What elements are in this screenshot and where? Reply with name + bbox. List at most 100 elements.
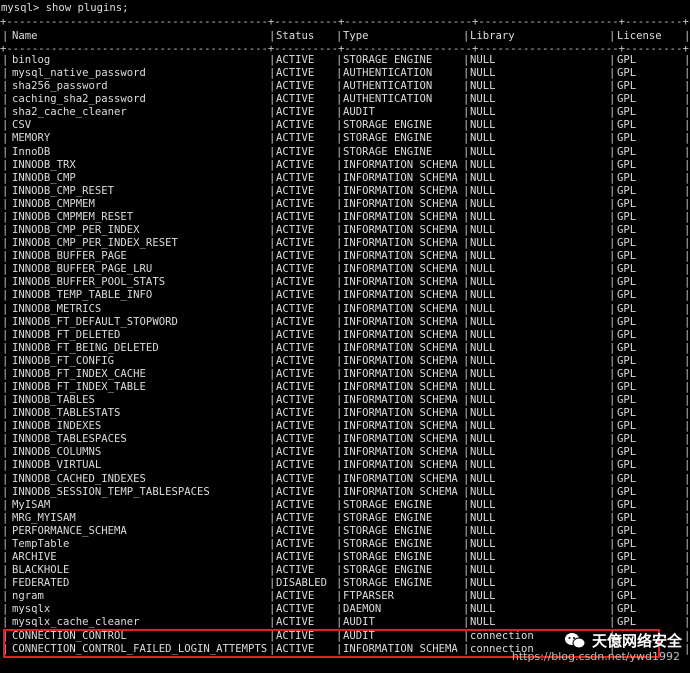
table-cell: MyISAM	[12, 498, 51, 511]
table-cell: DISABLED	[276, 577, 328, 590]
column-separator: |	[336, 132, 343, 145]
table-cell: mysql_native_password	[12, 67, 146, 80]
table-cell: AUDIT	[343, 616, 375, 629]
column-separator: |	[2, 210, 9, 223]
table-cell: INFORMATION SCHEMA	[343, 237, 458, 250]
table-row: | | | | | | INNODB_VIRTUAL ACTIVE INFORMATION SC…	[0, 459, 690, 472]
table-cell: NULL	[470, 197, 496, 210]
column-separator: |	[269, 106, 276, 119]
table-cell: GPL	[617, 446, 637, 459]
table-cell: STORAGE ENGINE	[343, 132, 433, 145]
table-cell: GPL	[617, 524, 637, 537]
column-separator: |	[2, 93, 9, 106]
table-cell: MRG_MYISAM	[12, 511, 76, 524]
table-cell: NULL	[470, 577, 496, 590]
table-cell: INNODB_COLUMNS	[12, 446, 102, 459]
column-separator: |	[684, 30, 690, 43]
column-separator: |	[463, 511, 470, 524]
column-separator: |	[2, 132, 9, 145]
table-cell: GPL	[617, 54, 637, 66]
column-separator: |	[684, 171, 690, 184]
column-separator: |	[463, 498, 470, 511]
column-separator: |	[463, 446, 470, 459]
column-separator: |	[269, 93, 276, 106]
column-separator: |	[336, 367, 343, 380]
column-separator: |	[609, 106, 616, 119]
column-separator: |	[684, 328, 690, 341]
table-cell: INNODB_FT_BEING_DELETED	[12, 341, 159, 354]
table-cell: ACTIVE	[276, 54, 315, 66]
column-separator: |	[336, 354, 343, 367]
table-cell: ACTIVE	[276, 603, 315, 616]
column-separator: |	[336, 315, 343, 328]
column-separator: |	[463, 67, 470, 80]
column-separator: |	[463, 564, 470, 577]
table-cell: INFORMATION SCHEMA	[343, 184, 458, 197]
column-separator: |	[336, 407, 343, 420]
table-row: | | | | | | PERFORMANCE_SCHEMA ACTIVE STORAGE EN…	[0, 525, 690, 538]
column-separator: |	[336, 119, 343, 132]
table-cell: Name	[12, 30, 38, 43]
table-cell: INFORMATION SCHEMA	[343, 276, 458, 289]
table-cell: NULL	[470, 537, 496, 550]
table-cell: NULL	[470, 367, 496, 380]
column-separator: |	[336, 263, 343, 276]
column-separator: |	[269, 511, 276, 524]
table-cell: ACTIVE	[276, 210, 315, 223]
column-separator: |	[684, 302, 690, 315]
column-separator: |	[336, 237, 343, 250]
table-row: | | | | | | INNODB_SESSION_TEMP_TABLESPACES ACT…	[0, 486, 690, 499]
column-separator: |	[336, 30, 343, 43]
table-cell: DAEMON	[343, 603, 382, 616]
column-separator: |	[609, 603, 616, 616]
table-cell: GPL	[617, 276, 637, 289]
column-separator: |	[684, 472, 690, 485]
column-separator: |	[684, 551, 690, 564]
table-cell: INFORMATION SCHEMA	[343, 302, 458, 315]
table-cell: NULL	[470, 132, 496, 145]
column-separator: |	[2, 459, 9, 472]
column-separator: |	[609, 551, 616, 564]
table-row: | | | | | | INNODB_CMPMEM_RESET ACTIVE INFORMATI…	[0, 211, 690, 224]
column-separator: |	[2, 577, 9, 590]
table-row: | | | | | | ARCHIVE ACTIVE STORAGE ENGINE NULL GPL	[0, 551, 690, 564]
column-separator: |	[463, 603, 470, 616]
table-cell: INFORMATION SCHEMA	[343, 263, 458, 276]
table-row: | | | | | | INNODB_FT_INDEX_TABLE ACTIVE INFORMA…	[0, 381, 690, 394]
table-cell: ACTIVE	[276, 197, 315, 210]
table-cell: ACTIVE	[276, 184, 315, 197]
table-cell: GPL	[617, 197, 637, 210]
column-separator: |	[463, 210, 470, 223]
table-row: | | | | | | INNODB_CMP ACTIVE INFORMATION SCHEMA…	[0, 172, 690, 185]
table-row: | | | | | | INNODB_TABLESPACES ACTIVE INFORMATIO…	[0, 433, 690, 446]
column-separator: |	[269, 263, 276, 276]
column-separator: |	[609, 237, 616, 250]
table-cell: INFORMATION SCHEMA	[343, 315, 458, 328]
column-separator: |	[463, 537, 470, 550]
table-cell: GPL	[617, 106, 637, 119]
terminal-window[interactable]: mysql> show plugins; +------------------…	[0, 0, 690, 673]
table-row: | | | | | | mysqlx ACTIVE DAEMON NULL GPL	[0, 603, 690, 616]
column-separator: |	[336, 603, 343, 616]
column-separator: |	[463, 433, 470, 446]
table-cell: Library	[470, 30, 515, 43]
column-separator: |	[684, 577, 690, 590]
column-separator: |	[2, 381, 9, 393]
table-cell: NULL	[470, 328, 496, 341]
table-cell: INFORMATION SCHEMA	[343, 250, 458, 263]
column-separator: |	[609, 302, 616, 315]
table-cell: ACTIVE	[276, 498, 315, 511]
column-separator: |	[269, 210, 276, 223]
table-cell: ACTIVE	[276, 524, 315, 537]
column-separator: |	[684, 250, 690, 263]
table-row: | | | | | | INNODB_CACHED_INDEXES ACTIVE INFORMA…	[0, 473, 690, 486]
column-separator: |	[463, 577, 470, 590]
column-separator: |	[463, 106, 470, 119]
table-cell: NULL	[470, 184, 496, 197]
column-separator: |	[2, 106, 9, 119]
column-separator: |	[2, 472, 9, 485]
table-cell: NULL	[470, 106, 496, 119]
table-cell: ACTIVE	[276, 551, 315, 564]
table-row: | | | | | | INNODB_TRX ACTIVE INFORMATION SCHEMA…	[0, 159, 690, 172]
column-separator: |	[609, 407, 616, 420]
